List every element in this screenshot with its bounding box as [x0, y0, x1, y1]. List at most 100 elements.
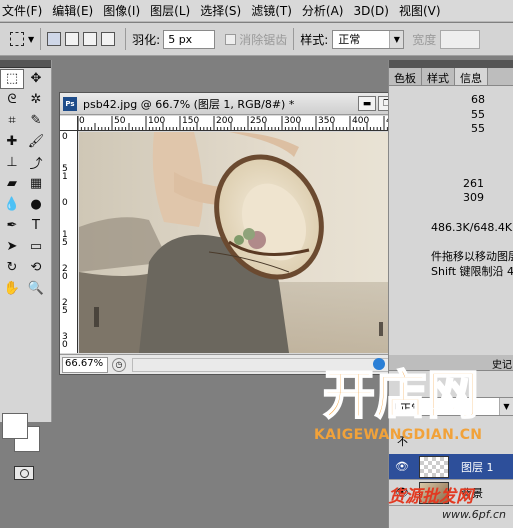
menu-analysis[interactable]: 分析(A) — [298, 2, 350, 19]
info-value: 55 — [471, 108, 485, 121]
minimize-icon[interactable]: ▬ — [358, 96, 376, 111]
rect-marquee-icon[interactable]: ⬚ — [0, 68, 24, 89]
ruler-v-label: 1 — [62, 172, 68, 182]
watermark-bottom-text: 货源批发网 — [388, 487, 473, 507]
ruler-v-label: 5 — [62, 306, 68, 316]
menu-edit[interactable]: 编辑(E) — [48, 2, 99, 19]
menu-view[interactable]: 视图(V) — [395, 2, 447, 19]
ruler-h-label: 200 — [216, 116, 234, 126]
add-selection-button[interactable] — [65, 32, 80, 46]
style-select[interactable]: 正常 ▼ — [332, 29, 405, 49]
vertical-ruler[interactable]: 0 5 1 0 1 5 2 0 2 5 3 0 — [60, 131, 78, 353]
doc-size-text: 486.3K/648.4K — [431, 221, 513, 234]
style-label: 样式: — [300, 32, 329, 47]
info-hint: Shift 键限制沿 4 — [431, 265, 513, 278]
quick-mask-icon[interactable] — [14, 466, 34, 480]
panel-tabs: 色板 样式 信息 — [389, 68, 513, 86]
zoom-icon[interactable]: 🔍 — [24, 279, 48, 299]
eraser-icon[interactable]: ▰ — [0, 174, 24, 194]
gradient-icon[interactable]: ▦ — [24, 174, 48, 194]
ruler-v-label: 0 — [62, 198, 68, 208]
menu-image[interactable]: 图像(I) — [99, 2, 146, 19]
logo-graphic: 开店网 — [322, 358, 480, 427]
info-value: 55 — [471, 122, 485, 135]
toolbox: ⬚ ✥ ᘓ ✲ ⌗ ✎ ✚ 🖌 ⊥ ⤴ ▰ ▦ 💧 ● ✒ T ➤ ▭ ↻ ⟲ ✋ 🔍 — [0, 60, 52, 480]
crop-icon[interactable]: ⌗ — [0, 111, 24, 131]
clone-stamp-icon[interactable]: ⊥ — [0, 153, 24, 173]
layer-row[interactable]: 👁 图层 1 — [389, 454, 513, 480]
chevron-down-icon: ▼ — [389, 30, 404, 48]
right-panel: 色板 样式 信息 68 55 55 261 309 486.3K/648.4K … — [388, 60, 513, 528]
logo-text: 开店网 — [323, 366, 479, 426]
preset-dropdown-icon[interactable]: ▼ — [28, 35, 34, 44]
healing-brush-icon[interactable]: ✚ — [0, 132, 24, 152]
feather-input[interactable]: 5 px — [163, 29, 216, 49]
ruler-corner[interactable] — [60, 116, 78, 131]
menu-file[interactable]: 文件(F) — [0, 2, 48, 19]
ruler-h-label: 150 — [182, 116, 200, 126]
intersect-selection-button[interactable] — [101, 32, 116, 46]
toolbox-grip[interactable] — [0, 60, 51, 68]
document-title: psb42.jpg @ 66.7% (图层 1, RGB/8#) * — [83, 97, 295, 111]
ruler-v-label: 5 — [62, 238, 68, 248]
divider — [40, 28, 42, 50]
3d-rotate-icon[interactable]: ↻ — [0, 258, 24, 278]
ruler-h-label: 350 — [318, 116, 336, 126]
marquee-preset-icon[interactable] — [10, 32, 24, 46]
document-titlebar[interactable]: Ps psb42.jpg @ 66.7% (图层 1, RGB/8#) * ▬ … — [60, 93, 428, 115]
document-window: Ps psb42.jpg @ 66.7% (图层 1, RGB/8#) * ▬ … — [59, 92, 429, 375]
ruler-h-label: 0 — [79, 116, 85, 126]
ruler-h-label: 300 — [284, 116, 302, 126]
photo-image — [79, 132, 412, 353]
tab-info[interactable]: 信息 — [455, 68, 488, 85]
watermark-site-text: KAIGEWANGDIAN.CN — [314, 427, 483, 443]
path-select-icon[interactable]: ➤ — [0, 237, 24, 257]
new-selection-button[interactable] — [47, 32, 62, 46]
eye-icon[interactable]: 👁 — [395, 460, 409, 474]
ps-icon: Ps — [63, 96, 77, 111]
antialias-checkbox[interactable] — [225, 33, 237, 45]
watermark-url-text: www.6pf.cn — [442, 508, 506, 521]
history-brush-icon[interactable]: ⤴ — [24, 153, 48, 173]
zoom-level-input[interactable]: 66.67% — [62, 356, 108, 373]
brush-icon[interactable]: 🖌 — [24, 132, 48, 152]
type-icon[interactable]: T — [24, 216, 48, 236]
options-bar: ▼ 羽化: 5 px 消除锯齿 样式: 正常 ▼ 宽度 — [0, 23, 513, 56]
subtract-selection-button[interactable] — [83, 32, 98, 46]
pen-icon[interactable]: ✒ — [0, 216, 24, 236]
blur-icon[interactable]: 💧 — [0, 195, 24, 215]
ruler-h-label: 50 — [114, 116, 126, 126]
menu-layer[interactable]: 图层(L) — [146, 2, 196, 19]
divider — [293, 28, 295, 50]
hand-icon[interactable]: ✋ — [0, 279, 24, 299]
horizontal-ruler[interactable]: 0 50 100 150 200 250 300 350 400 450 — [78, 116, 412, 131]
menu-3d[interactable]: 3D(D) — [349, 4, 394, 18]
panel-grip[interactable] — [389, 60, 513, 68]
lasso-icon[interactable]: ᘓ — [0, 90, 24, 110]
info-value: 68 — [471, 93, 485, 106]
foreground-color-swatch[interactable] — [2, 413, 28, 439]
style-value: 正常 — [338, 33, 361, 46]
width-input[interactable] — [440, 29, 481, 49]
menu-filter[interactable]: 滤镜(T) — [247, 2, 298, 19]
tab-styles[interactable]: 样式 — [422, 68, 455, 85]
ruler-v-label: 0 — [62, 132, 68, 142]
magic-wand-icon[interactable]: ✲ — [24, 90, 48, 110]
feather-label: 羽化: — [132, 32, 161, 47]
move-icon[interactable]: ✥ — [24, 69, 48, 89]
ruler-v-label: 0 — [62, 272, 68, 282]
ruler-h-label: 250 — [250, 116, 268, 126]
info-hint: 件拖移以移动图层 — [431, 250, 513, 263]
3d-orbit-icon[interactable]: ⟲ — [24, 258, 48, 278]
tab-swatches[interactable]: 色板 — [389, 68, 422, 85]
dodge-icon[interactable]: ● — [24, 195, 48, 215]
watermark-logo: 开店网 — [319, 358, 509, 428]
ruler-h-label: 400 — [352, 116, 370, 126]
antialias-label: 消除锯齿 — [239, 32, 288, 47]
eyedropper-icon[interactable]: ✎ — [24, 111, 48, 131]
status-info-icon[interactable]: ◷ — [112, 357, 126, 372]
layer-name: 图层 1 — [461, 460, 494, 474]
image-canvas[interactable] — [79, 132, 412, 353]
shape-icon[interactable]: ▭ — [24, 237, 48, 257]
menu-select[interactable]: 选择(S) — [196, 2, 247, 19]
